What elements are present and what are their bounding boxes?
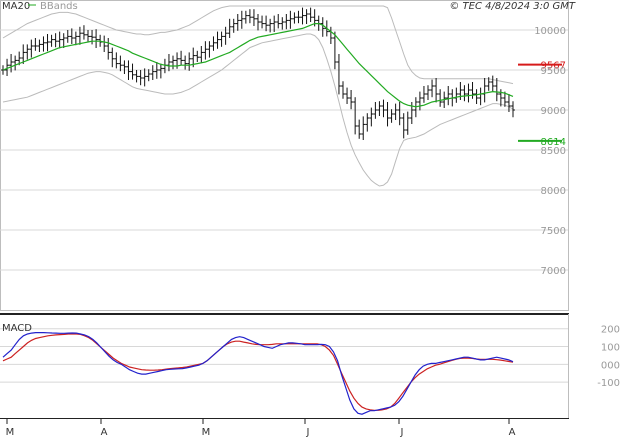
price-grid [0, 29, 568, 271]
chart-area: 95678614 MAMJJA 700075008000850090009500… [0, 0, 620, 438]
y-tick-label: 7500 [541, 226, 566, 237]
y-tick-label: 7000 [541, 266, 566, 277]
macd-y-tick-label: -100 [597, 378, 620, 389]
x-tick-label: J [400, 427, 404, 438]
x-tick-label: M [202, 427, 211, 438]
price-panel-frame [0, 0, 569, 311]
price-bars [1, 7, 515, 140]
legend-bbands: BBands [40, 1, 78, 12]
x-tick-label: J [306, 427, 310, 438]
y-tick-label: 9500 [541, 66, 566, 77]
signal-line [2, 333, 514, 411]
legend-ma20: MA20 [2, 1, 30, 12]
y-tick-label: 10000 [534, 26, 566, 37]
y-tick-label: 8000 [541, 186, 566, 197]
x-tick-label: A [101, 427, 108, 438]
macd-y-tick-label: 100 [601, 343, 620, 354]
y-tick-label: 9000 [541, 106, 566, 117]
y-tick-label: 8500 [541, 146, 566, 157]
y-axis: 7000 7500 8000 8500 9000 9500 10000 200 100 000 -1… [534, 26, 620, 389]
x-tick-label: A [509, 427, 516, 438]
macd-y-tick-label: 200 [601, 325, 620, 336]
macd-title: MACD [2, 323, 32, 334]
x-tick-label: M [6, 427, 15, 438]
copyright-text: © TEC 4/8/2024 3:0 GMT [449, 1, 576, 12]
macd-lines [2, 332, 514, 415]
macd-y-tick-label: 000 [601, 360, 620, 371]
x-axis: MAMJJA [6, 418, 516, 438]
